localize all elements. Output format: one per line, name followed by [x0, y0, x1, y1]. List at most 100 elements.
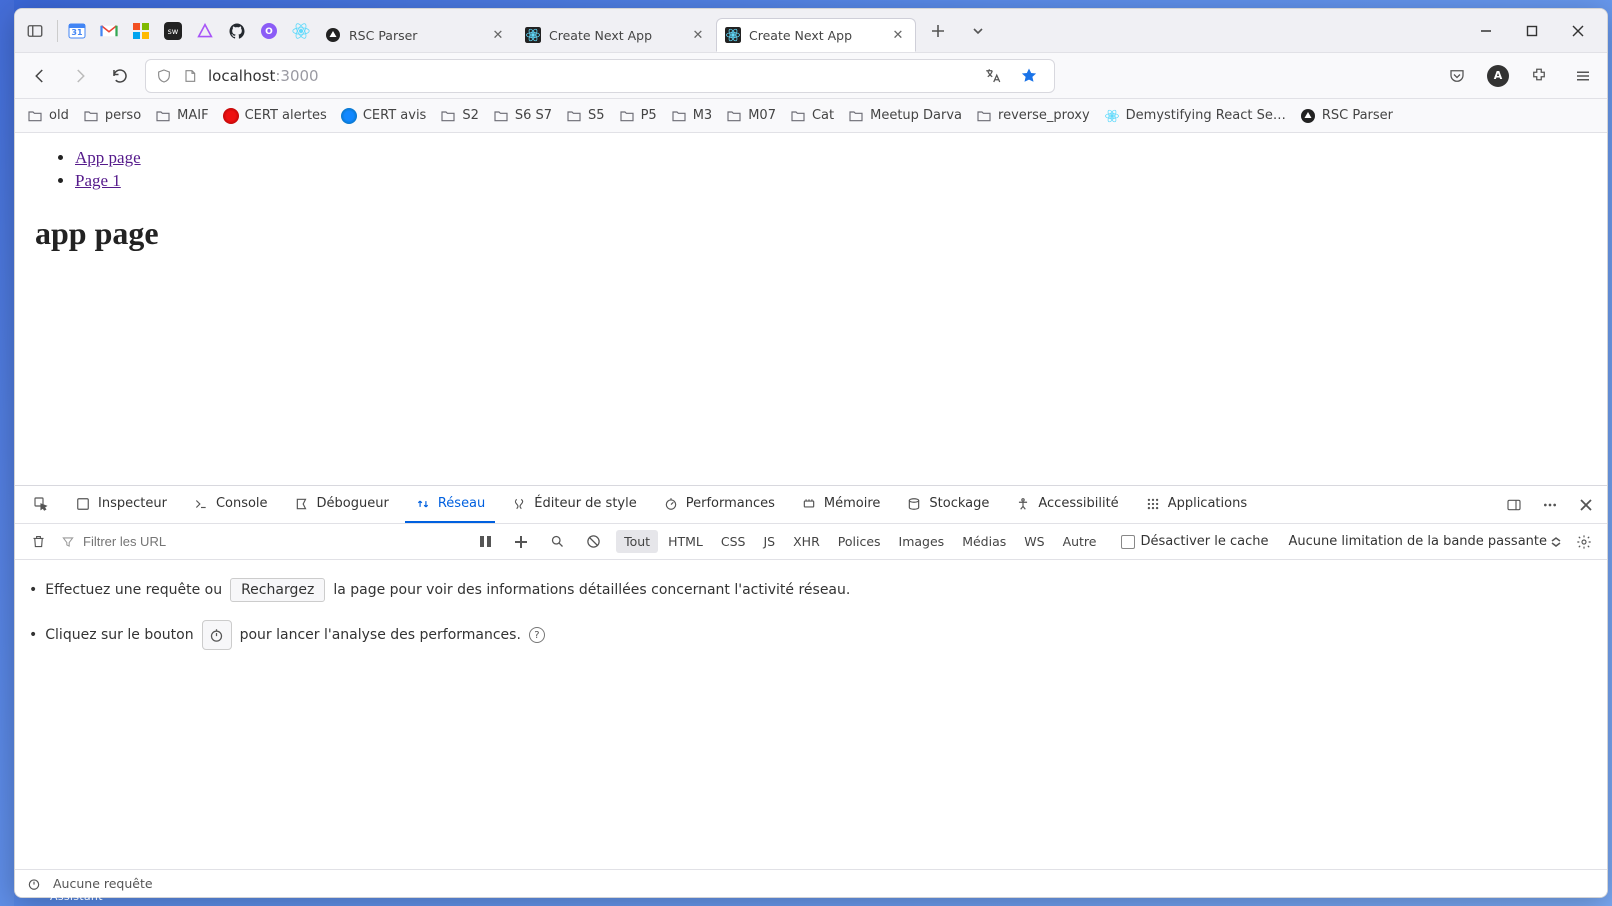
react-icon[interactable] — [292, 22, 310, 40]
shield-icon[interactable] — [156, 68, 172, 84]
new-tab-button[interactable] — [924, 17, 952, 45]
filter-polices[interactable]: Polices — [830, 530, 889, 553]
page-info-icon[interactable] — [182, 68, 198, 84]
filter-input[interactable] — [61, 534, 391, 549]
bookmark-s2[interactable]: S2 — [440, 108, 479, 124]
github-icon[interactable] — [228, 22, 246, 40]
status-text: Aucune requête — [53, 876, 153, 891]
code-dark-icon[interactable]: sw — [164, 22, 182, 40]
filter-field[interactable] — [83, 534, 391, 549]
back-button[interactable] — [25, 61, 55, 91]
filter-js[interactable]: JS — [755, 530, 783, 553]
react-favicon — [725, 27, 741, 43]
filter-ws[interactable]: WS — [1016, 530, 1052, 553]
bookmark-cat[interactable]: Cat — [790, 108, 834, 124]
devtools-close-icon[interactable] — [1573, 492, 1599, 518]
tab-rsc-parser[interactable]: RSC Parser ✕ — [316, 18, 516, 52]
bookmark-demystifying-react-se-[interactable]: Demystifying React Se… — [1104, 108, 1286, 124]
bookmark-m07[interactable]: M07 — [726, 108, 776, 124]
bookmark-s5[interactable]: S5 — [566, 108, 605, 124]
bookmark-meetup-darva[interactable]: Meetup Darva — [848, 108, 962, 124]
close-icon[interactable]: ✕ — [489, 26, 507, 44]
pocket-icon[interactable] — [1443, 62, 1471, 90]
pause-icon[interactable] — [472, 529, 498, 555]
help-icon[interactable]: ? — [529, 627, 545, 643]
minimize-button[interactable] — [1463, 11, 1509, 51]
disable-cache-checkbox[interactable]: Désactiver le cache — [1121, 534, 1269, 549]
close-window-button[interactable] — [1555, 11, 1601, 51]
filter-tout[interactable]: Tout — [616, 530, 658, 553]
calendar-icon[interactable]: 31 — [68, 22, 86, 40]
close-icon[interactable]: ✕ — [689, 26, 707, 44]
tab-editeur-style[interactable]: Éditeur de style — [501, 486, 646, 523]
add-icon[interactable] — [508, 529, 534, 555]
tab-applications[interactable]: Applications — [1135, 486, 1257, 523]
bookmark-old[interactable]: old — [27, 108, 69, 124]
filter-html[interactable]: HTML — [660, 530, 711, 553]
microsoft-icon[interactable] — [132, 22, 150, 40]
gmail-icon[interactable] — [100, 22, 118, 40]
link-app-page[interactable]: App page — [75, 148, 141, 167]
bookmark-p5[interactable]: P5 — [619, 108, 657, 124]
devtools-tabs: Inspecteur Console Débogueur Réseau Édit… — [15, 486, 1607, 524]
purple-app-icon[interactable]: O — [260, 22, 278, 40]
tab-accessibilite[interactable]: Accessibilité — [1005, 486, 1128, 523]
maximize-button[interactable] — [1509, 11, 1555, 51]
search-icon[interactable] — [544, 529, 570, 555]
tab-next-app-2[interactable]: Create Next App ✕ — [716, 18, 916, 52]
filter-xhr[interactable]: XHR — [785, 530, 828, 553]
react-favicon — [525, 27, 541, 43]
tab-reseau[interactable]: Réseau — [405, 486, 495, 523]
url-text: localhost:3000 — [208, 67, 968, 85]
filter-icon — [61, 535, 75, 549]
filter-css[interactable]: CSS — [713, 530, 754, 553]
pick-element-button[interactable] — [23, 486, 59, 523]
rsc-parser-favicon — [325, 27, 341, 43]
reload-page-button[interactable]: Rechargez — [230, 578, 325, 602]
link-page-1[interactable]: Page 1 — [75, 171, 121, 190]
app-menu-icon[interactable] — [1569, 62, 1597, 90]
forward-button[interactable] — [65, 61, 95, 91]
block-icon[interactable] — [580, 529, 606, 555]
profile-avatar[interactable]: A — [1487, 65, 1509, 87]
bookmark-cert-alertes[interactable]: CERT alertes — [223, 108, 327, 124]
reload-button[interactable] — [105, 61, 135, 91]
chevron-down-icon[interactable] — [964, 17, 992, 45]
filter-autre[interactable]: Autre — [1055, 530, 1105, 553]
extensions-icon[interactable] — [1525, 62, 1553, 90]
bookmark-rsc-parser[interactable]: RSC Parser — [1300, 108, 1393, 124]
side-panel-button[interactable] — [21, 17, 49, 45]
gear-icon[interactable] — [1571, 529, 1597, 555]
start-perf-button[interactable] — [202, 620, 232, 650]
tab-console[interactable]: Console — [183, 486, 278, 523]
url-box[interactable]: localhost:3000 — [145, 59, 1055, 93]
tab-stockage[interactable]: Stockage — [896, 486, 999, 523]
bookmark-cert-avis[interactable]: CERT avis — [341, 108, 427, 124]
devtools-more-icon[interactable] — [1537, 492, 1563, 518]
clear-icon[interactable] — [25, 529, 51, 555]
network-empty-state: • Effectuez une requête ou Rechargez la … — [15, 560, 1607, 869]
tab-performances[interactable]: Performances — [653, 486, 785, 523]
throttle-select[interactable]: Aucune limitation de la bande passante — [1289, 534, 1561, 549]
filter-médias[interactable]: Médias — [954, 530, 1014, 553]
star-icon[interactable] — [1014, 61, 1044, 91]
svg-text:O: O — [265, 27, 273, 37]
bookmark-maif[interactable]: MAIF — [155, 108, 208, 124]
page-heading: app page — [35, 215, 1587, 252]
triangle-icon[interactable] — [196, 22, 214, 40]
tab-memoire[interactable]: Mémoire — [791, 486, 891, 523]
close-icon[interactable]: ✕ — [889, 26, 907, 44]
bookmark-s6-s7[interactable]: S6 S7 — [493, 108, 552, 124]
bookmark-reverse_proxy[interactable]: reverse_proxy — [976, 108, 1090, 124]
filter-images[interactable]: Images — [891, 530, 953, 553]
bookmark-perso[interactable]: perso — [83, 108, 141, 124]
tab-inspecteur[interactable]: Inspecteur — [65, 486, 177, 523]
translate-icon[interactable] — [978, 61, 1008, 91]
tab-next-app-1[interactable]: Create Next App ✕ — [516, 18, 716, 52]
tab-title: RSC Parser — [349, 28, 481, 43]
devtools-statusbar: Aucune requête — [15, 869, 1607, 897]
tab-debogueur[interactable]: Débogueur — [284, 486, 399, 523]
tab-title: Create Next App — [749, 28, 881, 43]
bookmark-m3[interactable]: M3 — [671, 108, 713, 124]
dock-side-icon[interactable] — [1501, 492, 1527, 518]
